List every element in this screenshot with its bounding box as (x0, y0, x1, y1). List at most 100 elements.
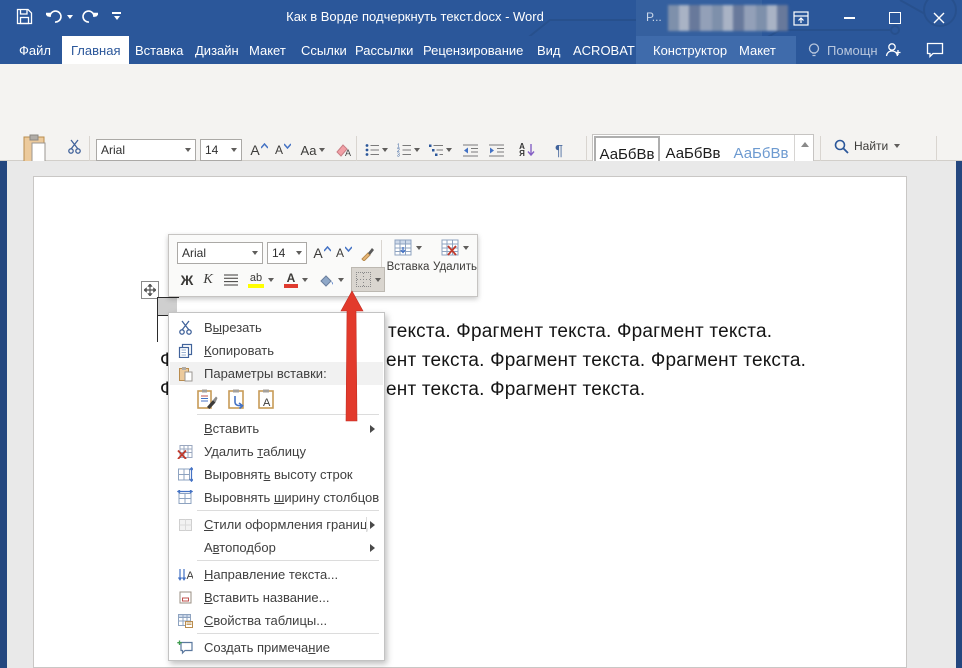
redacted-user-name (668, 5, 788, 31)
delete-table-icon (441, 239, 460, 257)
tab-file[interactable]: Файл (10, 36, 60, 64)
find-button[interactable]: Найти (834, 136, 900, 156)
mini-font-color-button[interactable]: А (281, 268, 311, 292)
tab-design[interactable]: Дизайн (186, 36, 248, 64)
cut-icon (174, 320, 196, 335)
menu-item-table-properties[interactable]: Свойства таблицы... (170, 609, 383, 632)
table-properties-icon (174, 613, 196, 628)
new-comment-icon (174, 640, 196, 655)
sort-button[interactable]: АЯ (514, 139, 540, 161)
close-button[interactable] (926, 7, 952, 29)
shrink-font-button[interactable]: A (272, 139, 294, 161)
mini-highlight-button[interactable]: ab (245, 268, 277, 292)
red-callout-arrow (334, 289, 370, 424)
mini-grow-font-button[interactable]: A (311, 242, 333, 264)
save-button[interactable] (16, 8, 33, 25)
tell-me-help[interactable]: Помощн (798, 36, 887, 64)
mini-font-family-combo[interactable]: Arial (177, 242, 263, 264)
tab-table-design[interactable]: Конструктор (644, 36, 736, 64)
window-edge-right (956, 161, 962, 668)
insert-caption-icon (174, 590, 196, 605)
maximize-button[interactable] (882, 7, 908, 29)
lightbulb-icon (807, 42, 821, 59)
submenu-arrow-icon (370, 544, 375, 552)
mini-delete-table-button[interactable]: Удалить (433, 239, 477, 294)
decrease-indent-button[interactable] (458, 139, 482, 161)
svg-text:A: A (345, 148, 351, 158)
bullets-button[interactable] (362, 139, 390, 161)
table-border-left (157, 317, 158, 342)
customize-qat-button[interactable] (112, 12, 121, 20)
paste-merge-formatting-button[interactable] (224, 386, 250, 412)
menu-item-autofit[interactable]: Автоподбор (170, 536, 383, 559)
doc-text-line1: текста. Фрагмент текста. Фрагмент текста… (388, 321, 772, 343)
menu-item-delete-table[interactable]: Удалить таблицу (170, 440, 383, 463)
border-styles-icon (174, 518, 196, 532)
multilevel-list-button[interactable] (426, 139, 454, 161)
menu-separator (197, 510, 379, 511)
move-icon (144, 284, 156, 296)
tab-acrobat[interactable]: ACROBAT (564, 36, 644, 64)
search-icon (834, 139, 849, 154)
tab-insert[interactable]: Вставка (126, 36, 192, 64)
window-title: Как в Ворде подчеркнуть текст.docx - Wor… (200, 9, 630, 24)
clear-formatting-button[interactable]: A (332, 139, 354, 161)
cut-button[interactable] (64, 136, 84, 156)
paste-keep-formatting-button[interactable] (194, 386, 220, 412)
tab-mailings[interactable]: Рассылки (346, 36, 422, 64)
delete-table-icon (174, 444, 196, 459)
comments-icon[interactable] (926, 42, 944, 58)
paste-icon (174, 366, 196, 382)
ribbon: Вставить Буфер обм... Arial 14 A A Aa A … (0, 64, 962, 161)
grow-font-button[interactable]: A (247, 139, 271, 161)
distribute-columns-icon (174, 490, 196, 505)
doc-text-line3: ент текста. Фрагмент текста. (386, 379, 645, 401)
show-paragraph-marks-button[interactable]: ¶ (548, 139, 570, 161)
menu-separator (197, 633, 379, 634)
font-family-combo[interactable]: Arial (96, 139, 196, 161)
mini-shrink-font-button[interactable]: A (334, 242, 354, 264)
font-size-combo[interactable]: 14 (200, 139, 242, 161)
window-edge-left (0, 161, 7, 668)
mini-font-size-combo[interactable]: 14 (267, 242, 307, 264)
doc-text-line2: ент текста. Фрагмент текста. Фрагмент те… (386, 350, 806, 372)
mini-italic-button[interactable]: К (199, 268, 217, 292)
share-icon[interactable] (884, 41, 902, 59)
submenu-arrow-icon (370, 425, 375, 433)
menu-item-distribute-rows[interactable]: Выровнять высоту строк (170, 463, 383, 486)
distribute-rows-icon (174, 467, 196, 482)
paste-text-only-button[interactable]: A (254, 386, 280, 412)
tab-review[interactable]: Рецензирование (414, 36, 532, 64)
document-area: текста. Фрагмент текста. Фрагмент текста… (0, 161, 962, 668)
minimize-button[interactable] (836, 7, 862, 29)
mini-insert-table-button[interactable]: Вставка (385, 239, 431, 294)
mini-align-button[interactable] (219, 268, 243, 292)
menu-item-distribute-columns[interactable]: Выровнять ширину столбцов (170, 486, 383, 509)
insert-table-icon (394, 239, 413, 257)
menu-item-new-comment[interactable]: Создать примечание (170, 636, 383, 659)
redo-button[interactable] (80, 8, 98, 25)
svg-text:A: A (187, 570, 194, 582)
increase-indent-button[interactable] (484, 139, 508, 161)
mini-format-painter-button[interactable] (356, 242, 378, 264)
styles-scroll-up[interactable] (795, 135, 814, 154)
tab-table-layout[interactable]: Макет (730, 36, 785, 64)
mini-toolbar: Arial 14 A A Вставка (168, 234, 478, 297)
change-case-button[interactable]: Aa (298, 139, 328, 161)
menu-item-border-styles[interactable]: Стили оформления границ (170, 513, 383, 536)
menu-item-insert-caption[interactable]: Вставить название... (170, 586, 383, 609)
svg-text:3: 3 (397, 153, 400, 158)
undo-button[interactable] (46, 8, 73, 25)
svg-text:A: A (263, 397, 271, 409)
tab-home[interactable]: Главная (62, 36, 129, 64)
tab-layout[interactable]: Макет (240, 36, 295, 64)
text-direction-icon: A (174, 567, 196, 582)
mini-bold-button[interactable]: Ж (177, 268, 197, 292)
numbering-button[interactable]: 123 (394, 139, 422, 161)
ribbon-display-options-button[interactable] (788, 7, 814, 29)
ribbon-tab-row: Файл Главная Вставка Дизайн Макет Ссылки… (0, 36, 962, 64)
table-tools-label: Р... (646, 10, 662, 24)
undo-dropdown[interactable] (67, 15, 73, 19)
copy-icon (174, 343, 196, 358)
menu-item-text-direction[interactable]: A Направление текста... (170, 563, 383, 586)
